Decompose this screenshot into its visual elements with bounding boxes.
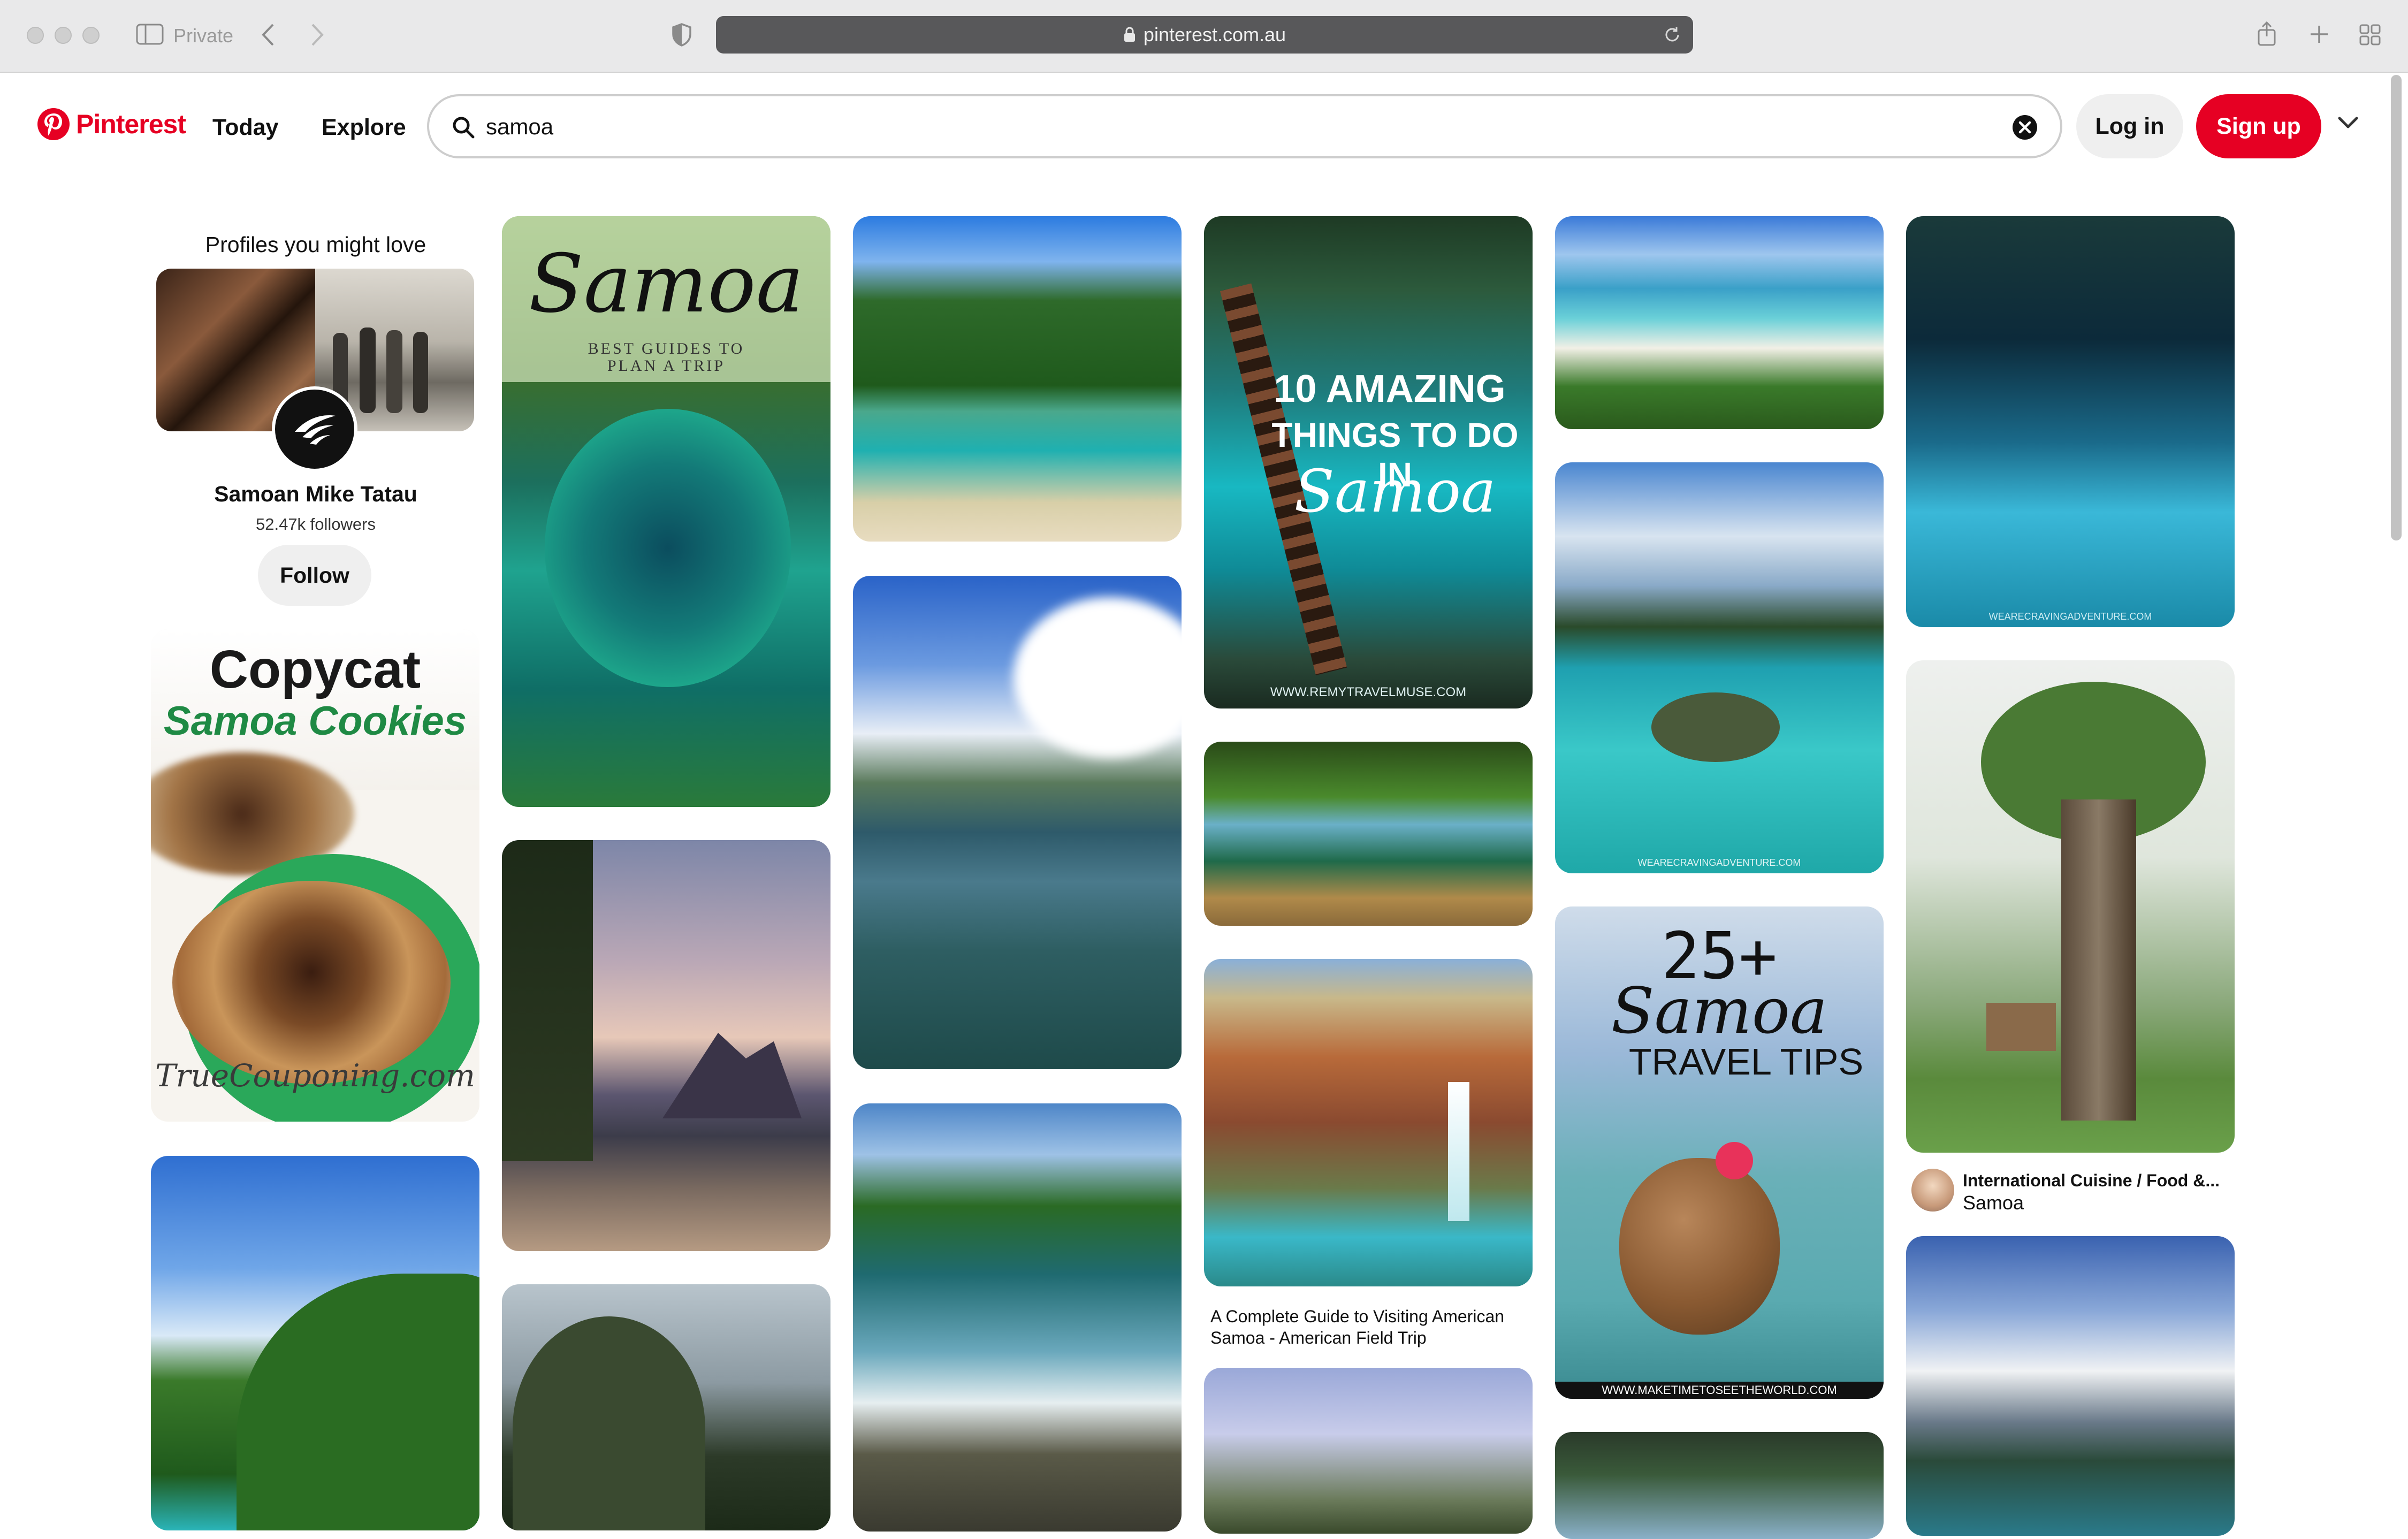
browser-toolbar: Private pinterest.com.au [0, 0, 2408, 73]
pin-waterfall-pool[interactable] [1204, 742, 1533, 926]
pin-palm-beach[interactable] [1555, 216, 1884, 429]
pin-banyan-treehouse[interactable] [1906, 660, 2235, 1153]
pin-watermark: WWW.MAKETIMETOSEETHEWORLD.COM [1555, 1382, 1884, 1399]
pin-board[interactable]: Samoa [1963, 1192, 2241, 1214]
back-icon[interactable] [260, 22, 276, 47]
pin-watermark: WEARECRAVINGADVENTURE.COM [1988, 611, 2152, 622]
pin-author[interactable]: International Cuisine / Food &... [1963, 1170, 2241, 1191]
pin-cloudy-bay[interactable] [1906, 1236, 2235, 1536]
search-bar[interactable] [427, 94, 2062, 158]
pin-jungle[interactable] [1555, 1432, 1884, 1539]
window-minimize-button[interactable] [55, 27, 72, 44]
pinterest-wordmark: Pinterest [76, 109, 186, 139]
pin-watermark: WEARECRAVINGADVENTURE.COM [1637, 857, 1801, 868]
lock-icon [1123, 27, 1136, 43]
url-text: pinterest.com.au [1143, 24, 1286, 45]
window-close-button[interactable] [27, 27, 44, 44]
pin-watermark: TrueCouponing.com [155, 1057, 475, 1094]
pin-sea-turtle[interactable]: WEARECRAVINGADVENTURE.COM [1555, 462, 1884, 873]
search-input[interactable] [485, 110, 1878, 143]
chevron-down-icon[interactable] [2337, 116, 2359, 132]
search-icon [452, 116, 475, 142]
forward-icon[interactable] [309, 22, 325, 47]
profile-name[interactable]: Samoan Mike Tatau [150, 482, 482, 507]
pin-samoa-guides[interactable]: Samoa BEST GUIDES TO PLAN A TRIP [502, 216, 830, 807]
nav-today[interactable]: Today [212, 115, 278, 141]
nav-explore[interactable]: Explore [322, 115, 406, 141]
clear-search-icon[interactable] [2012, 115, 2038, 143]
private-label: Private [173, 25, 234, 47]
login-button[interactable]: Log in [2076, 94, 2183, 158]
pinterest-logo-icon [37, 108, 70, 140]
avatar[interactable] [272, 386, 357, 472]
page-scrollbar[interactable] [2391, 75, 2402, 540]
reload-icon[interactable] [1663, 26, 1681, 44]
pin-title-line: Copycat [209, 639, 421, 699]
pin-havasu-falls[interactable] [1204, 959, 1533, 1286]
privacy-shield-icon[interactable] [671, 22, 692, 47]
pin-title-line: Samoa Cookies [164, 698, 467, 744]
pin-title-line: Samoa [1294, 457, 1496, 525]
tab-overview-icon[interactable] [2359, 24, 2381, 46]
pin-to-sua-trench[interactable]: WEARECRAVINGADVENTURE.COM [1906, 216, 2235, 627]
pin-samoa-cookies[interactable]: Copycat Samoa Cookies TrueCouponing.com [151, 629, 479, 1122]
pin-subtitle: BEST GUIDES TO PLAN A TRIP [588, 340, 745, 375]
window-zoom-button[interactable] [82, 27, 100, 44]
pin-rock-cliffs[interactable] [502, 1284, 830, 1530]
pin-travel-tips[interactable]: 25+ Samoa TRAVEL TIPS WWW.MAKETIMETOSEET… [1555, 906, 1884, 1399]
pin-caption[interactable]: A Complete Guide to Visiting American Sa… [1210, 1306, 1531, 1348]
new-tab-icon[interactable] [2308, 24, 2330, 45]
pin-title-line: TRAVEL TIPS [1628, 1041, 1864, 1083]
pin-title: Samoa [528, 238, 804, 331]
pin-title-line: 10 AMAZING [1274, 368, 1506, 410]
pin-sunset-beach[interactable] [502, 840, 830, 1251]
pinterest-logo[interactable]: Pinterest [36, 107, 186, 141]
pin-title-line: Samoa [1611, 974, 1828, 1048]
pin-palm-trees[interactable] [1204, 1368, 1533, 1534]
pin-watermark: WWW.REMYTRAVELMUSE.COM [1270, 685, 1467, 699]
share-icon[interactable] [2256, 20, 2277, 47]
address-bar[interactable]: pinterest.com.au [716, 16, 1693, 54]
profile-followers: 52.47k followers [255, 515, 376, 534]
pin-river-rapids[interactable] [853, 1103, 1182, 1532]
pin-green-cliff[interactable] [151, 1156, 479, 1530]
signup-button[interactable]: Sign up [2196, 94, 2321, 158]
profiles-heading: Profiles you might love [205, 232, 426, 257]
avatar[interactable] [1911, 1169, 1954, 1212]
sidebar-icon[interactable] [136, 24, 164, 45]
pin-amazing-things[interactable]: 10 AMAZING THINGS TO DO IN Samoa WWW.REM… [1204, 216, 1533, 708]
follow-button[interactable]: Follow [258, 545, 371, 606]
pin-tropical-beach[interactable] [853, 216, 1182, 542]
pin-coral-reef[interactable] [853, 576, 1182, 1069]
